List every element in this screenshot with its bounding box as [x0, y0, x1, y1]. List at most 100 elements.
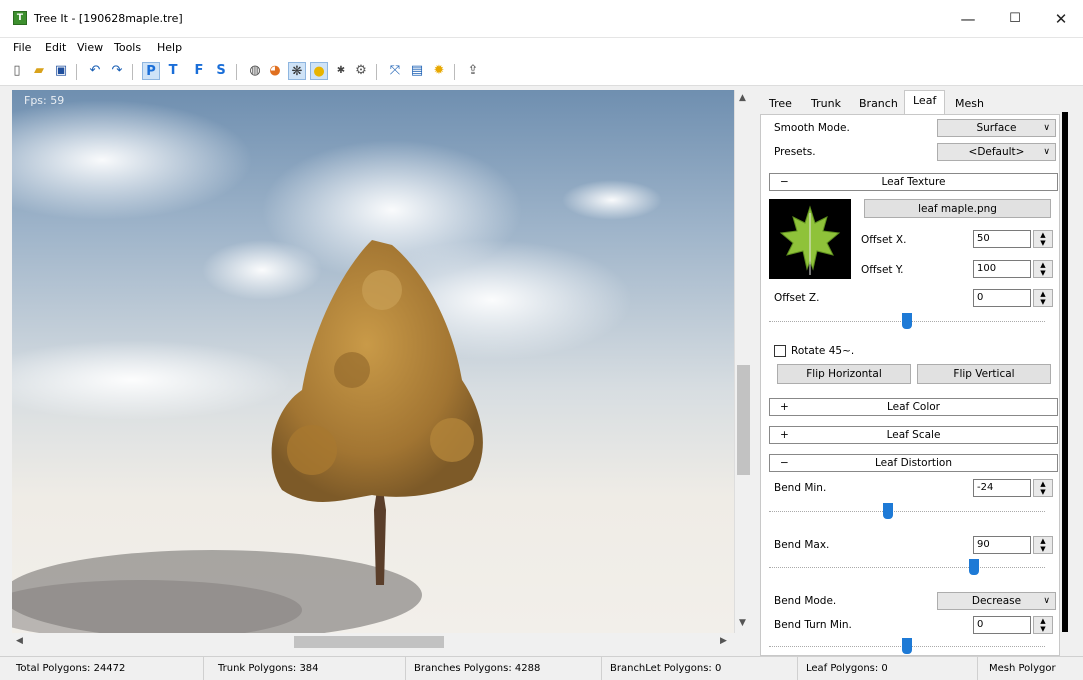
- wire-icon[interactable]: ◍: [246, 62, 264, 80]
- maximize-button[interactable]: ☐: [992, 0, 1038, 38]
- leaf-color-header[interactable]: + Leaf Color: [769, 398, 1058, 416]
- bend-min-slider[interactable]: [769, 503, 1045, 519]
- bend-min-stepper[interactable]: ▲ ▼: [1033, 479, 1053, 497]
- side-view-button[interactable]: S: [212, 62, 230, 80]
- offset-z-slider[interactable]: [769, 313, 1045, 329]
- toolbar-separator: [454, 64, 455, 80]
- scroll-right-icon[interactable]: ▶: [720, 636, 727, 646]
- perspective-view-button[interactable]: P: [142, 62, 160, 80]
- bend-max-slider[interactable]: [769, 559, 1045, 575]
- undo-icon[interactable]: ↶: [86, 62, 104, 80]
- offset-x-stepper[interactable]: ▲ ▼: [1033, 230, 1053, 248]
- tab-leaf[interactable]: Leaf: [904, 90, 946, 115]
- foliage-cluster: [362, 270, 402, 310]
- bend-turn-min-slider[interactable]: [769, 638, 1045, 654]
- point-icon[interactable]: ✱: [332, 62, 350, 80]
- tab-branch[interactable]: Branch: [850, 93, 907, 114]
- panel-scrollbar[interactable]: [1062, 112, 1068, 632]
- offset-z-input[interactable]: 0: [973, 289, 1031, 307]
- bend-min-label: Bend Min.: [774, 482, 827, 494]
- leaf-icon[interactable]: ❋: [288, 62, 306, 80]
- offset-y-stepper[interactable]: ▲ ▼: [1033, 260, 1053, 278]
- leaf-distortion-header[interactable]: − Leaf Distortion: [769, 454, 1058, 472]
- minimize-button[interactable]: —: [945, 0, 991, 38]
- leaf-texture-preview[interactable]: [769, 199, 851, 279]
- rotate-45-label: Rotate 45~.: [791, 345, 855, 357]
- bend-max-input[interactable]: 90: [973, 536, 1031, 554]
- status-leaf-polygons: Leaf Polygons: 0: [798, 657, 978, 680]
- top-view-button[interactable]: T: [164, 62, 182, 80]
- new-file-icon[interactable]: ▯: [8, 62, 26, 80]
- cloud: [562, 180, 662, 220]
- scroll-thumb[interactable]: [737, 365, 750, 475]
- slider-track: [769, 567, 1045, 569]
- tab-tree[interactable]: Tree: [760, 93, 801, 114]
- scroll-down-icon[interactable]: ▼: [739, 618, 746, 628]
- leaf-texture-file-button[interactable]: leaf maple.png: [864, 199, 1051, 218]
- window-title: Tree It - [190628maple.tre]: [34, 12, 183, 25]
- expand-icon[interactable]: ⤧: [386, 62, 404, 80]
- close-button[interactable]: ✕: [1038, 0, 1083, 38]
- offset-x-input[interactable]: 50: [973, 230, 1031, 248]
- status-mesh-polygons: Mesh Polygor: [989, 663, 1056, 674]
- bend-turn-min-stepper[interactable]: ▲ ▼: [1033, 616, 1053, 634]
- slider-thumb[interactable]: [883, 503, 894, 519]
- flip-horizontal-button[interactable]: Flip Horizontal: [777, 364, 911, 384]
- menu-view[interactable]: View: [77, 41, 103, 54]
- 3d-viewport[interactable]: Fps: 59: [12, 90, 734, 633]
- slider-thumb[interactable]: [968, 559, 979, 575]
- maple-leaf-image: [779, 205, 841, 275]
- bend-mode-dropdown[interactable]: Decrease ∨: [937, 592, 1056, 610]
- offset-z-stepper[interactable]: ▲ ▼: [1033, 289, 1053, 307]
- light-icon[interactable]: ●: [310, 62, 328, 80]
- sun-icon[interactable]: ✹: [430, 62, 448, 80]
- front-view-button[interactable]: F: [190, 62, 208, 80]
- slider-thumb[interactable]: [902, 313, 912, 329]
- bend-turn-min-input[interactable]: 0: [973, 616, 1031, 634]
- status-bar: Total Polygons: 24472 Trunk Polygons: 38…: [0, 656, 1083, 680]
- bend-min-input[interactable]: -24: [973, 479, 1031, 497]
- save-icon[interactable]: ▣: [52, 62, 70, 80]
- rotate-45-checkbox[interactable]: [774, 345, 786, 357]
- open-folder-icon[interactable]: ▰: [30, 62, 48, 80]
- section-title: Leaf Distortion: [874, 457, 953, 469]
- offset-z-label: Offset Z.: [774, 292, 820, 304]
- bones-icon[interactable]: ⚙: [352, 62, 370, 80]
- status-trunk-polygons: Trunk Polygons: 384: [210, 657, 406, 680]
- export-icon[interactable]: ⇪: [464, 62, 482, 80]
- bend-turn-min-label: Bend Turn Min.: [774, 619, 852, 631]
- color-icon[interactable]: ◕: [266, 62, 284, 80]
- cloud: [12, 340, 292, 420]
- bend-max-stepper[interactable]: ▲ ▼: [1033, 536, 1053, 554]
- menu-help[interactable]: Help: [157, 41, 182, 54]
- menu-edit[interactable]: Edit: [45, 41, 66, 54]
- viewport-vertical-scrollbar[interactable]: ▲ ▼: [734, 90, 751, 633]
- properties-panel: Tree Trunk Branch Leaf Mesh Smooth Mode.…: [752, 86, 1070, 656]
- tab-mesh[interactable]: Mesh: [946, 93, 993, 114]
- tree-scene: [12, 100, 662, 633]
- leaf-scale-header[interactable]: + Leaf Scale: [769, 426, 1058, 444]
- section-title: Leaf Color: [886, 401, 940, 413]
- redo-icon[interactable]: ↷: [108, 62, 126, 80]
- menu-tools[interactable]: Tools: [114, 41, 141, 54]
- flip-vertical-button[interactable]: Flip Vertical: [917, 364, 1051, 384]
- presets-label: Presets.: [774, 146, 816, 158]
- leaf-texture-header[interactable]: − Leaf Texture: [769, 173, 1058, 191]
- viewport-horizontal-scrollbar[interactable]: ◀ ▶: [12, 633, 734, 650]
- smooth-mode-dropdown[interactable]: Surface ∨: [937, 119, 1056, 137]
- menu-file[interactable]: File: [13, 41, 31, 54]
- fps-counter: Fps: 59: [24, 94, 65, 107]
- screen-icon[interactable]: ▤: [408, 62, 426, 80]
- presets-dropdown[interactable]: <Default> ∨: [937, 143, 1056, 161]
- offset-y-input[interactable]: 100: [973, 260, 1031, 278]
- tab-trunk[interactable]: Trunk: [802, 93, 850, 114]
- cloud: [202, 240, 322, 300]
- section-title: Leaf Scale: [886, 429, 941, 441]
- toolbar-separator: [132, 64, 133, 80]
- foliage-cluster: [287, 425, 337, 475]
- scroll-left-icon[interactable]: ◀: [16, 636, 23, 646]
- toolbar-separator: [236, 64, 237, 80]
- slider-thumb[interactable]: [902, 638, 912, 654]
- scroll-up-icon[interactable]: ▲: [739, 93, 746, 103]
- scroll-thumb[interactable]: [294, 636, 444, 648]
